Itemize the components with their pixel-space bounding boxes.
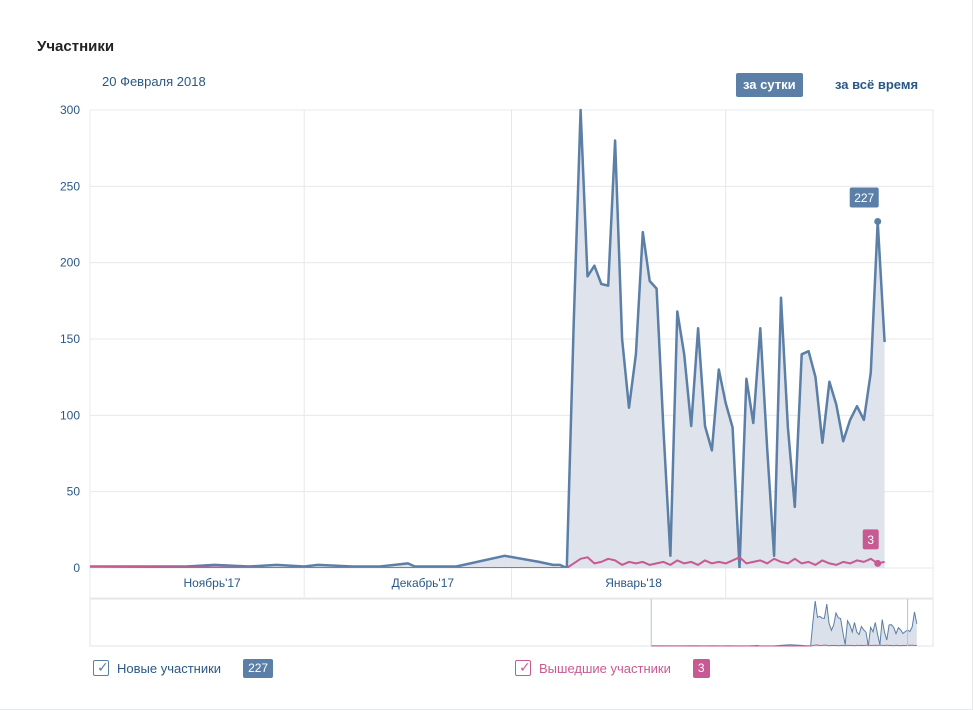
left-members-count-badge: 3 xyxy=(692,658,710,678)
new-members-label: Новые участники xyxy=(117,660,222,676)
x-tick-label: Январь'18 xyxy=(605,576,662,590)
left-members-checkbox[interactable]: ✓ xyxy=(515,659,531,676)
y-tick-label: 100 xyxy=(60,408,80,422)
new-members-checkbox[interactable]: ✓ xyxy=(93,659,109,676)
check-icon: ✓ xyxy=(519,659,531,675)
x-tick-label: Декабрь'17 xyxy=(392,576,455,590)
y-tick-label: 250 xyxy=(60,179,80,193)
legend-left-members[interactable]: ✓ Вышедшие участники 3 xyxy=(515,657,710,679)
check-icon: ✓ xyxy=(97,659,109,675)
left-members-current-point xyxy=(874,559,882,567)
new-members-current-point xyxy=(874,217,882,225)
left-members-current-label: 3 xyxy=(867,533,874,547)
left-members-label: Вышедшие участники xyxy=(539,660,671,676)
y-tick-label: 300 xyxy=(60,103,80,117)
y-tick-label: 0 xyxy=(73,561,80,575)
legend-new-members[interactable]: ✓ Новые участники 227 xyxy=(93,657,274,679)
new-members-count-badge: 227 xyxy=(243,658,274,678)
x-tick-label: Ноябрь'17 xyxy=(183,576,241,590)
navigator-frame xyxy=(89,598,934,647)
y-tick-label: 150 xyxy=(60,332,80,346)
new-members-current-label: 227 xyxy=(854,191,874,205)
y-tick-label: 200 xyxy=(60,256,80,270)
y-tick-label: 50 xyxy=(67,485,81,499)
members-chart[interactable]: 0 50 100 150 200 250 300 Ноябрь'17 Декабрь'17 Янв… xyxy=(0,0,973,710)
